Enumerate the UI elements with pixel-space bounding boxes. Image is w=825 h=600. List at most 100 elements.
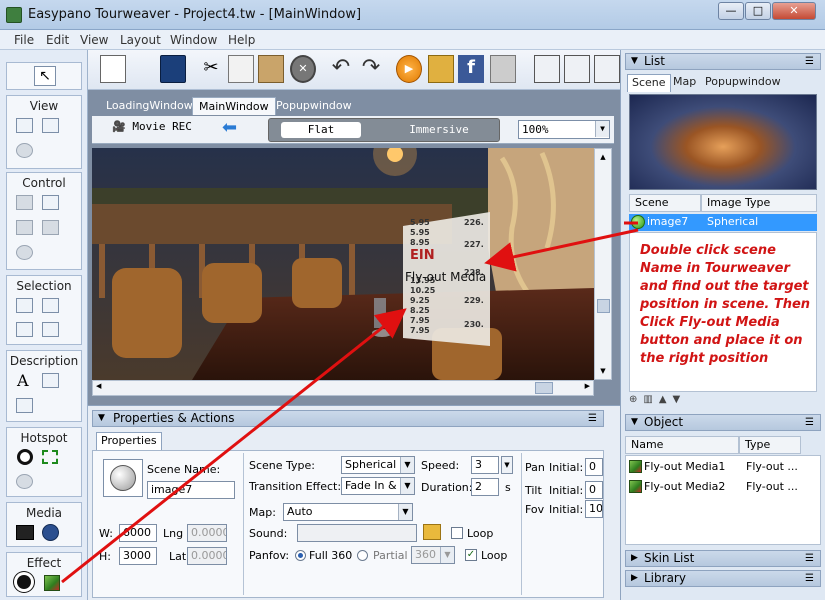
list-tab-popupwindow[interactable]: Popupwindow [701, 74, 785, 92]
skin-list-header[interactable]: ▶ Skin List ☰ [625, 550, 821, 567]
redo-icon[interactable]: ↷ [358, 55, 384, 83]
sound-loop-checkbox[interactable] [451, 527, 463, 539]
scene-type-select[interactable]: Spherical ▼ [341, 456, 415, 474]
fov-initial-input[interactable]: 100 [585, 500, 603, 518]
move-down-icon[interactable]: ▼ [673, 394, 687, 405]
scroll-left-icon[interactable]: ◀ [96, 382, 101, 390]
partial-select[interactable]: 360 ▼ [411, 546, 455, 564]
list-tab-scene[interactable]: Scene [627, 74, 671, 92]
scene-row[interactable]: image7 Spherical [629, 214, 817, 231]
menu-file[interactable]: File [14, 33, 34, 47]
text-box-icon[interactable] [16, 398, 33, 413]
expand-triangle-icon[interactable]: ▶ [631, 551, 638, 566]
movie-rec-button[interactable]: 🎥 Movie REC [112, 120, 192, 133]
flash-media-icon[interactable] [42, 524, 59, 541]
transition-select[interactable]: Fade In & F ▼ [341, 477, 415, 495]
object-name-column[interactable]: Name [625, 436, 739, 454]
panel-menu-icon[interactable]: ☰ [805, 54, 814, 69]
panel-menu-icon[interactable]: ☰ [805, 415, 814, 430]
menu-layout[interactable]: Layout [120, 33, 161, 47]
minimize-button[interactable]: — [718, 2, 744, 20]
tab-loadingwindow[interactable]: LoadingWindow [100, 97, 199, 115]
spot-hotspot-icon[interactable] [17, 449, 33, 465]
save-icon[interactable] [160, 55, 186, 83]
undo-icon[interactable]: ↶ [328, 55, 354, 83]
width-input[interactable]: 6000 [119, 524, 157, 542]
scroll-down-icon[interactable]: ▼ [597, 365, 609, 377]
back-arrow-icon[interactable]: ⬅ [222, 119, 244, 138]
tab-popupwindow[interactable]: Popupwindow [270, 97, 358, 115]
scene-name-column[interactable]: Scene Name [629, 194, 701, 225]
new-file-icon[interactable] [100, 55, 126, 83]
pan-initial-input[interactable]: 0 [585, 458, 603, 476]
object-row[interactable]: Fly-out Media1 Fly-out ... [628, 459, 818, 476]
light-effect-icon[interactable] [17, 575, 31, 589]
image-type-column[interactable]: Image Type [701, 194, 817, 212]
object-type-column[interactable]: Type [739, 436, 801, 454]
partial-radio[interactable] [357, 550, 368, 561]
selection-list-icon[interactable] [16, 298, 33, 313]
selection-thumb-icon[interactable] [16, 322, 33, 337]
facebook-icon[interactable]: f [458, 55, 484, 83]
scroll-thumb[interactable] [597, 299, 610, 313]
flyout-media-object[interactable]: Fly-out Media [405, 270, 486, 284]
polygon-hotspot-icon[interactable] [42, 450, 58, 464]
align-left-icon[interactable] [534, 55, 560, 83]
hscroll-thumb[interactable] [535, 382, 553, 394]
speed-spinner-icon[interactable]: ▼ [501, 456, 513, 474]
pointer-tool-icon[interactable]: ↖ [34, 66, 56, 86]
control-panel-icon[interactable] [42, 195, 59, 210]
height-input[interactable]: 3000 [119, 547, 157, 565]
hotspot-link-icon[interactable] [16, 474, 33, 489]
vertical-scrollbar[interactable]: ▲ ▼ [594, 148, 612, 380]
close-button[interactable]: ✕ [772, 2, 816, 20]
delete-icon[interactable]: ✕ [290, 55, 316, 83]
library-header[interactable]: ▶ Library ☰ [625, 570, 821, 587]
scene-name-input[interactable]: image7 [147, 481, 235, 499]
image-text-icon[interactable] [42, 373, 59, 388]
immersive-mode-button[interactable]: Immersive [389, 122, 489, 138]
flat-mode-button[interactable]: Flat [281, 122, 361, 138]
full360-radio[interactable] [295, 550, 306, 561]
selection-combo-icon[interactable] [42, 298, 59, 313]
menu-window[interactable]: Window [170, 33, 217, 47]
lat-input[interactable]: 0.0000 [187, 547, 227, 565]
collapse-triangle-icon[interactable]: ▼ [98, 411, 105, 426]
cut-icon[interactable]: ✂ [198, 55, 224, 83]
align-right-icon[interactable] [594, 55, 620, 83]
sound-input[interactable] [297, 524, 417, 542]
map-select[interactable]: Auto ▼ [283, 503, 413, 521]
video-media-icon[interactable] [16, 525, 34, 540]
align-center-icon[interactable] [564, 55, 590, 83]
view-globe-icon[interactable] [16, 143, 33, 158]
menu-help[interactable]: Help [228, 33, 255, 47]
view-window-icon[interactable] [16, 118, 33, 133]
selection-map-icon[interactable] [42, 322, 59, 337]
menu-edit[interactable]: Edit [46, 33, 69, 47]
control-compass-icon[interactable] [16, 245, 33, 260]
publish-icon[interactable] [428, 55, 454, 83]
control-sound-icon[interactable] [42, 220, 59, 235]
upload-icon[interactable] [490, 55, 516, 83]
lng-input[interactable]: 0.0000 [187, 524, 227, 542]
speed-input[interactable]: 3 [471, 456, 499, 474]
expand-triangle-icon[interactable]: ▶ [631, 571, 638, 586]
copy-icon[interactable] [228, 55, 254, 83]
horizontal-scrollbar[interactable]: ◀ ▶ [92, 380, 594, 396]
flyout-media-button-icon[interactable] [44, 575, 60, 591]
maximize-button[interactable]: □ [745, 2, 771, 20]
panel-menu-icon[interactable]: ☰ [588, 411, 597, 426]
scroll-up-icon[interactable]: ▲ [597, 151, 609, 163]
scroll-right-icon[interactable]: ▶ [585, 382, 590, 390]
tab-properties[interactable]: Properties [96, 432, 162, 450]
tab-mainwindow[interactable]: MainWindow [192, 97, 276, 115]
preview-play-icon[interactable]: ▶ [396, 55, 422, 83]
delete-scene-icon[interactable]: ▥ [643, 394, 658, 405]
zoom-select[interactable]: 100% ▼ [518, 120, 610, 139]
text-tool-icon[interactable]: A [17, 371, 29, 390]
scene-view[interactable]: 5.95 5.95 8.95 EIN 13.95 10.25 9.25 8.25… [92, 148, 594, 380]
folder-open-icon[interactable] [423, 524, 441, 540]
panfov-loop-checkbox[interactable]: ✓ [465, 549, 477, 561]
scene-thumbnail[interactable] [629, 94, 817, 190]
paste-icon[interactable] [258, 55, 284, 83]
